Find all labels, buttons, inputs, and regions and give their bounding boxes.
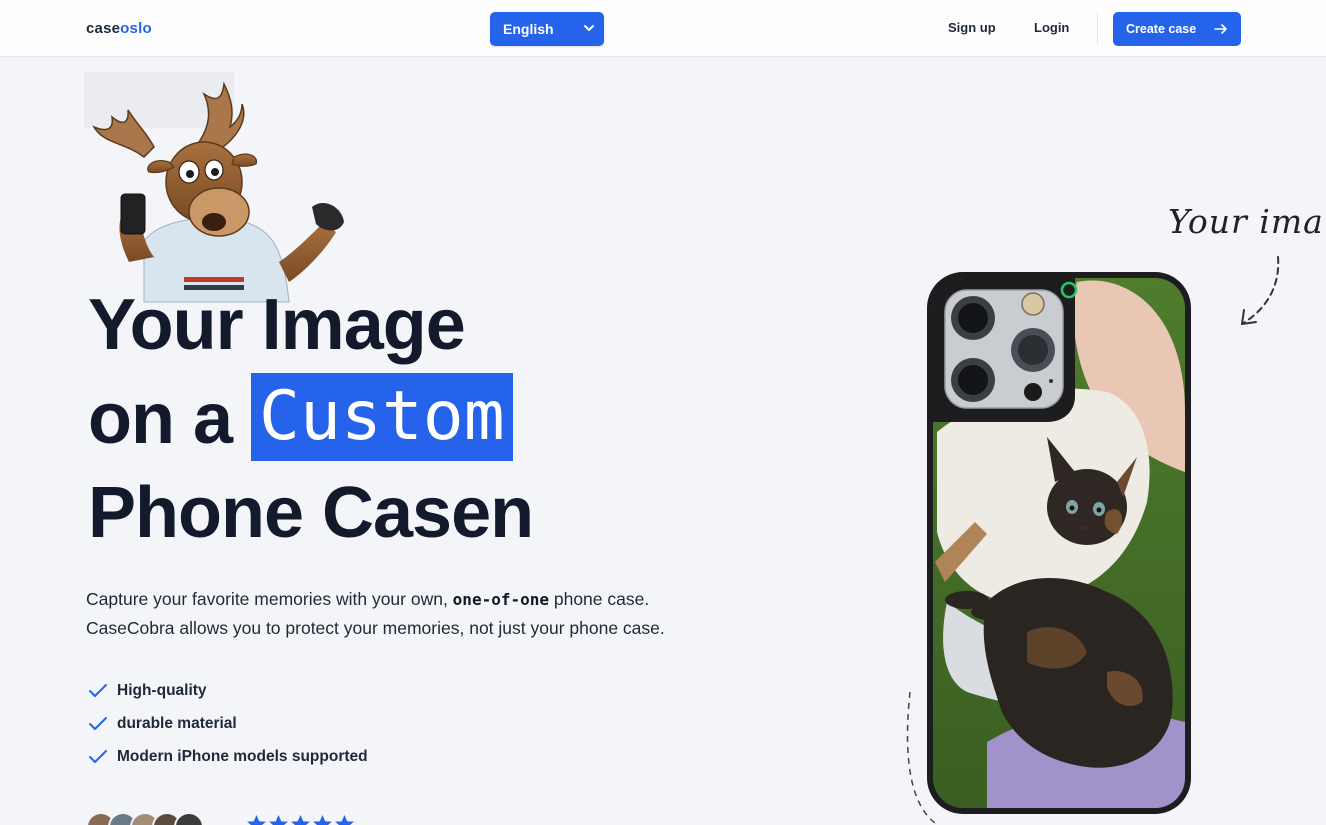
language-select[interactable]: English [490,12,604,46]
avatar [174,812,204,825]
headline-line-3: Phone Casen [88,473,534,553]
rating-stars [246,814,355,825]
logo-part-oslo: oslo [120,20,152,37]
feature-item: Modern iPhone models supported [88,740,368,773]
navbar: caseoslo English Sign up Login Create ca… [0,0,1326,57]
nav-divider [1097,12,1098,45]
feature-item: High-quality [88,674,368,707]
headline-line-2: on a Custom [88,372,708,466]
feature-label: Modern iPhone models supported [117,747,368,765]
customer-avatars [86,812,204,825]
star-icon [269,815,288,825]
hero-description: Capture your favorite memories with your… [86,585,786,643]
handwritten-annotation: Your ima [1168,202,1324,241]
feature-item: durable material [88,707,368,740]
check-icon [89,683,107,697]
chevron-down-icon [584,25,594,31]
check-icon [89,749,107,763]
check-icon [89,716,107,730]
arrow-right-icon [1214,24,1227,34]
hero-headline: Your Image on a Custom Phone Casen [88,278,708,560]
desc-part-2: phone case. [549,589,650,609]
logo-part-case: case [86,20,121,37]
desc-code: one-of-one [452,590,549,609]
create-case-label: Create case [1126,22,1197,36]
headline-line-2-prefix: on a [88,379,252,459]
phone-case-mockup [927,272,1191,814]
headline-highlight: Custom [251,373,513,461]
create-case-button[interactable]: Create case [1113,12,1241,46]
camera-icon [933,278,1078,422]
language-select-value: English [503,21,554,37]
feature-label: High-quality [117,681,207,699]
signup-link[interactable]: Sign up [948,20,996,35]
login-link[interactable]: Login [1034,20,1069,35]
dashed-arrow-icon [1241,256,1280,325]
feature-list: High-quality durable material Modern iPh… [88,674,368,773]
logo[interactable]: caseoslo [86,20,152,37]
star-icon [313,815,332,825]
star-icon [291,815,310,825]
desc-line-2: CaseCobra allows you to protect your mem… [86,618,665,638]
star-icon [335,815,354,825]
feature-label: durable material [117,714,237,732]
star-icon [247,815,266,825]
desc-part-1: Capture your favorite memories with your… [86,589,453,609]
headline-line-1: Your Image [88,285,466,365]
